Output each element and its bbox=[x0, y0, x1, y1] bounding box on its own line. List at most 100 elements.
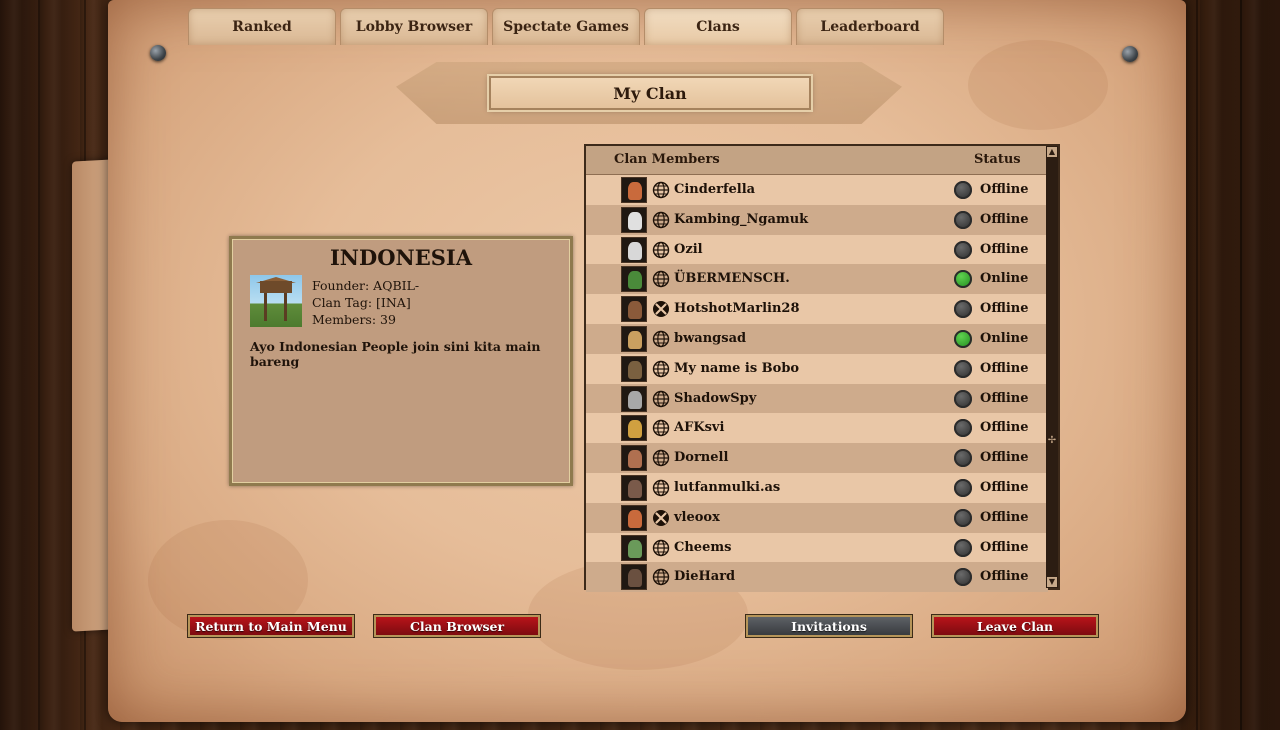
member-row[interactable]: AFKsvi Offline bbox=[586, 413, 1048, 444]
status-indicator-icon bbox=[954, 359, 972, 378]
clan-browser-button[interactable]: Clan Browser bbox=[373, 614, 541, 638]
tab-ranked[interactable]: Ranked bbox=[188, 8, 336, 45]
member-status: Online bbox=[980, 330, 1029, 346]
status-indicator-icon bbox=[954, 270, 972, 289]
member-status: Offline bbox=[980, 569, 1029, 585]
clan-info-panel: INDONESIA Founder: AQBIL- Clan Tag: [INA… bbox=[229, 236, 573, 486]
invitations-button[interactable]: Invitations bbox=[745, 614, 913, 638]
member-status: Offline bbox=[980, 241, 1029, 257]
clan-members-table: Clan Members Status Cinderfella Offline Ka… bbox=[584, 144, 1060, 593]
globe-icon bbox=[652, 390, 670, 408]
leave-clan-button[interactable]: Leave Clan bbox=[931, 614, 1099, 638]
scroll-down-icon[interactable]: ▼ bbox=[1047, 577, 1057, 587]
avatar bbox=[621, 385, 647, 412]
avatar bbox=[621, 564, 647, 591]
member-row[interactable]: bwangsad Online bbox=[586, 323, 1048, 354]
member-row[interactable]: vleoox Offline bbox=[586, 502, 1048, 533]
clan-tag: Clan Tag: [INA] bbox=[312, 295, 411, 310]
member-status: Offline bbox=[980, 420, 1029, 436]
globe-icon bbox=[652, 211, 670, 229]
tab-clans[interactable]: Clans bbox=[644, 8, 792, 45]
member-row[interactable]: Dornell Offline bbox=[586, 443, 1048, 473]
table-header: Clan Members Status bbox=[586, 146, 1048, 175]
status-indicator-icon bbox=[954, 538, 972, 557]
member-row[interactable]: DieHard Offline bbox=[586, 562, 1048, 593]
globe-icon bbox=[652, 419, 670, 437]
member-status: Offline bbox=[980, 539, 1029, 555]
member-name: Dornell bbox=[674, 450, 729, 466]
member-name: AFKsvi bbox=[674, 420, 725, 436]
status-indicator-icon bbox=[954, 240, 972, 259]
avatar bbox=[621, 355, 647, 382]
avatar bbox=[621, 266, 647, 293]
member-status: Offline bbox=[980, 450, 1029, 466]
header-clan-members[interactable]: Clan Members bbox=[614, 152, 720, 167]
member-row[interactable]: Ozil Offline bbox=[586, 234, 1048, 265]
member-row[interactable]: ÜBERMENSCH. Online bbox=[586, 264, 1048, 295]
status-indicator-icon bbox=[954, 329, 972, 348]
member-status: Offline bbox=[980, 479, 1029, 495]
member-row[interactable]: ShadowSpy Offline bbox=[586, 383, 1048, 414]
xbox-icon bbox=[652, 300, 670, 318]
member-row[interactable]: Kambing_Ngamuk Offline bbox=[586, 204, 1048, 235]
status-indicator-icon bbox=[954, 210, 972, 229]
globe-icon bbox=[652, 539, 670, 557]
member-name: bwangsad bbox=[674, 330, 747, 346]
status-indicator-icon bbox=[954, 449, 972, 468]
clan-name: INDONESIA bbox=[329, 245, 472, 270]
parchment-stain bbox=[968, 40, 1108, 130]
avatar bbox=[621, 474, 647, 501]
member-status: Offline bbox=[980, 182, 1029, 197]
scroll-up-icon[interactable]: ▲ bbox=[1047, 147, 1057, 157]
avatar bbox=[621, 177, 647, 203]
member-name: ShadowSpy bbox=[674, 390, 757, 406]
avatar bbox=[621, 236, 647, 263]
globe-icon bbox=[652, 479, 670, 497]
avatar bbox=[621, 296, 647, 323]
avatar bbox=[621, 534, 647, 561]
status-indicator-icon bbox=[954, 419, 972, 438]
page-title: My Clan bbox=[489, 76, 811, 110]
header-status[interactable]: Status bbox=[974, 152, 1021, 167]
scroll-thumb[interactable]: ✢ bbox=[1047, 436, 1057, 446]
status-indicator-icon bbox=[954, 389, 972, 408]
tab-spectate-games[interactable]: Spectate Games bbox=[492, 8, 640, 45]
globe-icon bbox=[652, 241, 670, 259]
globe-icon bbox=[652, 330, 670, 348]
clan-member-count: Members: 39 bbox=[312, 312, 396, 327]
clan-details: Founder: AQBIL- Clan Tag: [INA] Members:… bbox=[312, 277, 419, 328]
status-indicator-icon bbox=[954, 568, 972, 587]
member-name: Ozil bbox=[674, 241, 703, 257]
member-name: Cheems bbox=[674, 539, 732, 555]
member-status: Online bbox=[980, 271, 1029, 287]
member-list: Cinderfella Offline Kambing_Ngamuk Offline O… bbox=[586, 175, 1048, 593]
globe-icon bbox=[652, 449, 670, 467]
globe-icon bbox=[652, 270, 670, 288]
member-row[interactable]: lutfanmulki.as Offline bbox=[586, 472, 1048, 503]
avatar bbox=[621, 206, 647, 233]
member-row[interactable]: My name is Bobo Offline bbox=[586, 353, 1048, 384]
member-name: lutfanmulki.as bbox=[674, 479, 781, 495]
status-indicator-icon bbox=[954, 508, 972, 527]
return-to-main-menu-button[interactable]: Return to Main Menu bbox=[187, 614, 355, 638]
avatar bbox=[621, 445, 647, 472]
member-row[interactable]: Cinderfella Offline bbox=[586, 175, 1048, 205]
scrollbar[interactable]: ▲ ✢ ▼ bbox=[1046, 146, 1058, 588]
member-status: Offline bbox=[980, 301, 1029, 317]
clan-emblem-icon bbox=[250, 275, 302, 327]
status-indicator-icon bbox=[954, 478, 972, 497]
member-row[interactable]: HotshotMarlin28 Offline bbox=[586, 294, 1048, 324]
avatar bbox=[621, 504, 647, 531]
globe-icon bbox=[652, 360, 670, 378]
member-status: Offline bbox=[980, 360, 1029, 376]
avatar bbox=[621, 415, 647, 442]
member-row[interactable]: Cheems Offline bbox=[586, 532, 1048, 563]
member-name: ÜBERMENSCH. bbox=[674, 271, 790, 287]
avatar bbox=[621, 325, 647, 352]
plank-divider bbox=[38, 0, 40, 730]
status-indicator-icon bbox=[954, 181, 972, 199]
tab-leaderboard[interactable]: Leaderboard bbox=[796, 8, 944, 45]
tab-lobby-browser[interactable]: Lobby Browser bbox=[340, 8, 488, 45]
clan-founder: Founder: AQBIL- bbox=[312, 278, 420, 293]
globe-icon bbox=[652, 568, 670, 586]
